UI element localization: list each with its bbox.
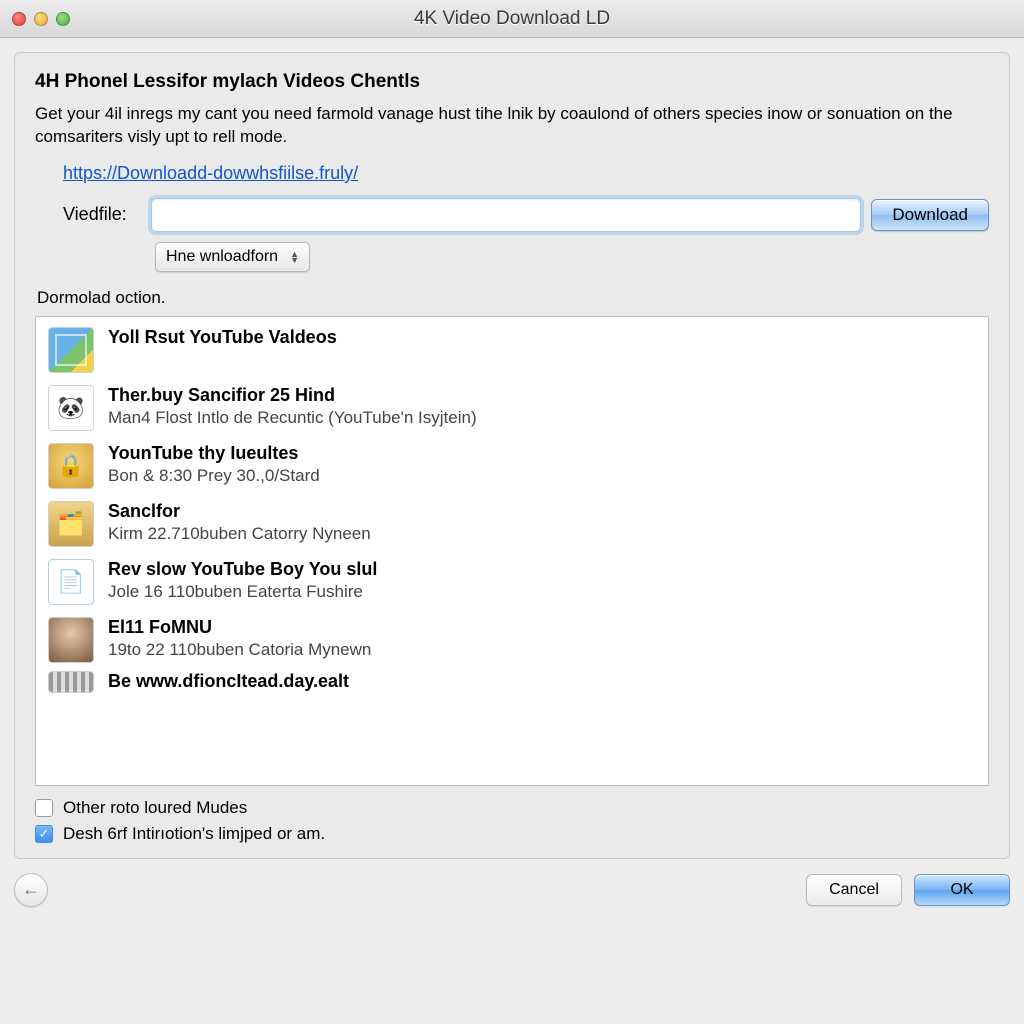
item-title: Ther.buy Sancifior 25 Hind bbox=[108, 385, 477, 407]
option-desh-limited[interactable]: ✓ Desh 6rf Intirıotion's limjped or am. bbox=[35, 824, 989, 844]
item-title: Sanclfor bbox=[108, 501, 371, 523]
list-heading: Dormolad oction. bbox=[37, 288, 989, 308]
checkbox-checked-icon[interactable]: ✓ bbox=[35, 825, 53, 843]
list-item[interactable]: El11 FoMNU 19to 22 110buben Catoria Myne… bbox=[36, 611, 988, 669]
zoom-icon[interactable] bbox=[56, 12, 70, 26]
arrow-left-icon: ← bbox=[22, 879, 40, 900]
list-item[interactable]: 🔒 YounTube thy Iueultes Bon & 8:30 Prey … bbox=[36, 437, 988, 495]
item-title: Rev slow YouTube Boy You slul bbox=[108, 559, 377, 581]
titlebar: 4K Video Download LD bbox=[0, 0, 1024, 38]
window-title: 4K Video Download LD bbox=[0, 8, 1024, 30]
item-subtitle: 19to 22 110buben Catoria Mynewn bbox=[108, 640, 371, 660]
item-subtitle: Kirm 22.710buben Catorry Nyneen bbox=[108, 524, 371, 544]
item-title: Yoll Rsut YouTube Valdeos bbox=[108, 327, 337, 349]
list-item[interactable]: Yoll Rsut YouTube Valdeos bbox=[36, 321, 988, 379]
thumbnail-icon bbox=[48, 617, 94, 663]
item-title: Be www.dfioncItead.day.ealt bbox=[108, 671, 349, 693]
close-icon[interactable] bbox=[12, 12, 26, 26]
thumbnail-icon bbox=[48, 327, 94, 373]
format-select[interactable]: Hne wnloadforn ▲▼ bbox=[155, 242, 310, 272]
options: Other roto loured Mudes ✓ Desh 6rf Intir… bbox=[35, 798, 989, 844]
format-select-label: Hne wnloadforn bbox=[166, 248, 278, 266]
list-item[interactable]: 📄 Rev slow YouTube Boy You slul Jole 16 … bbox=[36, 553, 988, 611]
results-list[interactable]: Yoll Rsut YouTube Valdeos 🐼 Ther.buy San… bbox=[35, 316, 989, 786]
main-panel: 4H Phonel Lessifor mylach Videos Chentls… bbox=[14, 52, 1010, 859]
list-item[interactable]: 🐼 Ther.buy Sancifior 25 Hind Man4 Flost … bbox=[36, 379, 988, 437]
item-subtitle: Jole 16 110buben Eaterta Fushire bbox=[108, 582, 377, 602]
thumbnail-icon: 📄 bbox=[48, 559, 94, 605]
item-subtitle: Man4 Flost Intlo de Recuntic (YouTube'n … bbox=[108, 408, 477, 428]
help-link[interactable]: https://Downloadd-dowwhsfiilse.fruly/ bbox=[63, 163, 358, 184]
chevron-updown-icon: ▲▼ bbox=[290, 251, 299, 263]
thumbnail-icon bbox=[48, 671, 94, 693]
url-label: Viedfile: bbox=[63, 204, 141, 225]
option-label: Desh 6rf Intirıotion's limjped or am. bbox=[63, 824, 325, 844]
option-label: Other roto loured Mudes bbox=[63, 798, 247, 818]
cancel-button[interactable]: Cancel bbox=[806, 874, 902, 906]
download-button[interactable]: Download bbox=[871, 199, 989, 231]
section-description: Get your 4il inregs my cant you need far… bbox=[35, 103, 989, 149]
footer: ← Cancel OK bbox=[14, 873, 1010, 907]
thumbnail-icon: 🗂️ bbox=[48, 501, 94, 547]
item-subtitle: Bon & 8:30 Prey 30.,0/Stard bbox=[108, 466, 320, 486]
list-item[interactable]: 🗂️ Sanclfor Kirm 22.710buben Catorry Nyn… bbox=[36, 495, 988, 553]
window-controls bbox=[12, 12, 70, 26]
thumbnail-icon: 🔒 bbox=[48, 443, 94, 489]
back-button[interactable]: ← bbox=[14, 873, 48, 907]
url-row: Viedfile: Download bbox=[63, 198, 989, 232]
option-other-modes[interactable]: Other roto loured Mudes bbox=[35, 798, 989, 818]
ok-button[interactable]: OK bbox=[914, 874, 1010, 906]
thumbnail-icon: 🐼 bbox=[48, 385, 94, 431]
minimize-icon[interactable] bbox=[34, 12, 48, 26]
list-item[interactable]: Be www.dfioncItead.day.ealt bbox=[36, 669, 988, 695]
checkbox-icon[interactable] bbox=[35, 799, 53, 817]
url-input[interactable] bbox=[151, 198, 861, 232]
section-heading: 4H Phonel Lessifor mylach Videos Chentls bbox=[35, 71, 989, 93]
item-title: El11 FoMNU bbox=[108, 617, 371, 639]
item-title: YounTube thy Iueultes bbox=[108, 443, 320, 465]
